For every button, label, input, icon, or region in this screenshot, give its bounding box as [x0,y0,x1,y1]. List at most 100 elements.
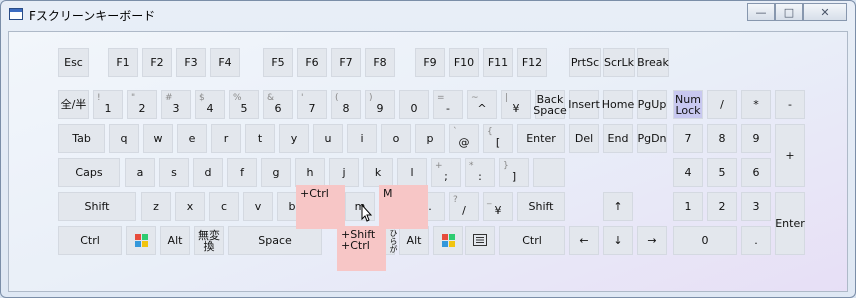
key-slash[interactable]: ? / [449,192,479,221]
key-left-alt[interactable]: Alt [160,226,190,255]
key-num-11[interactable]: ~ ^ [467,90,497,119]
key-numpad-9[interactable]: 9 [741,124,771,153]
key-fn-3[interactable]: F3 [176,48,206,77]
key-numpad-3[interactable]: 3 [741,192,771,221]
key-e[interactable]: e [177,124,207,153]
key-colon[interactable]: *: [465,158,495,187]
key-right-windows[interactable] [433,226,463,255]
key-fn-10[interactable]: F10 [449,48,479,77]
key-fn-7[interactable]: F7 [331,48,361,77]
key-num-9[interactable]: 0 [399,90,429,119]
key-muhenkan[interactable]: 無変換 [194,226,224,255]
key-v[interactable]: v [243,192,273,221]
key-numpad-multiply[interactable]: * [741,90,771,119]
key-g[interactable]: g [261,158,291,187]
key-fn-5[interactable]: F5 [263,48,293,77]
key-h[interactable]: h [295,158,325,187]
key-arrow-right[interactable]: → [637,226,667,255]
key-tab[interactable]: Tab [58,124,105,153]
key-q[interactable]: q [109,124,139,153]
key-numpad-decimal[interactable]: . [741,226,771,255]
key-numpad-7[interactable]: 7 [673,124,703,153]
key-c[interactable]: c [209,192,239,221]
maximize-button[interactable]: □ [775,3,803,21]
key-numpad-divide[interactable]: / [707,90,737,119]
key-k[interactable]: k [363,158,393,187]
key-i[interactable]: i [347,124,377,153]
key-y[interactable]: y [279,124,309,153]
key-fn-0[interactable]: Esc [58,48,89,77]
key-enter-lower[interactable] [533,158,565,187]
key-semicolon[interactable]: +; [431,158,461,187]
key-num-7[interactable]: (8 [331,90,361,119]
key-enter[interactable]: Enter [517,124,565,153]
key-arrow-up[interactable]: ↑ [603,192,633,221]
key-num-5[interactable]: & 6 [263,90,293,119]
key-num-8[interactable]: ) 9 [365,90,395,119]
key-yen[interactable]: _ ¥ [483,192,513,221]
key-fn-9[interactable]: F9 [415,48,445,77]
key-caps-lock[interactable]: Caps [58,158,120,187]
key-fn-8[interactable]: F8 [365,48,395,77]
key-f[interactable]: f [227,158,257,187]
key-numpad-0[interactable]: 0 [673,226,737,255]
key-fn-12[interactable]: F12 [517,48,547,77]
key-space[interactable]: Space [228,226,322,255]
key-t[interactable]: t [245,124,275,153]
key-arrow-down[interactable]: ↓ [603,226,633,255]
key-fn-1[interactable]: F1 [108,48,138,77]
key-fn-2[interactable]: F2 [142,48,172,77]
key-j[interactable]: j [329,158,359,187]
key-num-2[interactable]: #3 [161,90,191,119]
key-backspace[interactable]: Back Space [533,90,567,119]
key-numpad-4[interactable]: 4 [673,158,703,187]
key-num-0[interactable]: ! 1 [93,90,123,119]
key-x[interactable]: x [175,192,205,221]
key-left-shift[interactable]: Shift [58,192,136,221]
key-a[interactable]: a [125,158,155,187]
key-fn-4[interactable]: F4 [210,48,240,77]
key-hankaku-zenkaku[interactable]: 全/半 [58,90,89,119]
key-left-ctrl[interactable]: Ctrl [58,226,122,255]
key-home[interactable]: Home [602,90,634,119]
key-numpad-1[interactable]: 1 [673,192,703,221]
key-r[interactable]: r [211,124,241,153]
key-num-3[interactable]: $4 [195,90,225,119]
key-num-10[interactable]: = - [433,90,463,119]
key-s[interactable]: s [159,158,189,187]
key-right-alt[interactable]: Alt [399,226,429,255]
key-fn-13[interactable]: PrtSc [569,48,601,77]
key-o[interactable]: o [381,124,411,153]
key-right-shift[interactable]: Shift [517,192,565,221]
key-application-menu[interactable] [465,226,495,255]
shift-ctrl-m-popup[interactable]: +Shift +Ctrl [337,226,386,271]
key-numpad-5[interactable]: 5 [707,158,737,187]
key-insert[interactable]: Insert [568,90,600,119]
key-w[interactable]: w [143,124,173,153]
key-d[interactable]: d [193,158,223,187]
key-numlock[interactable]: Num Lock [673,90,703,119]
key-numpad-8[interactable]: 8 [707,124,737,153]
key-left-bracket[interactable]: {[ [483,124,513,153]
key-end[interactable]: End [603,124,633,153]
key-fn-14[interactable]: ScrLk [603,48,635,77]
key-numpad-2[interactable]: 2 [707,192,737,221]
key-pgdn[interactable]: PgDn [637,124,667,153]
minimize-button[interactable]: — [747,3,775,21]
close-button[interactable]: ✕ [803,3,847,21]
key-l[interactable]: l [397,158,427,187]
key-num-4[interactable]: % 5 [229,90,259,119]
key-at[interactable]: ` @ [449,124,479,153]
key-pgup[interactable]: PgUp [637,90,667,119]
key-right-ctrl[interactable]: Ctrl [499,226,565,255]
key-p[interactable]: p [415,124,445,153]
key-delete[interactable]: Del [569,124,599,153]
key-fn-6[interactable]: F6 [297,48,327,77]
key-fn-11[interactable]: F11 [483,48,513,77]
key-num-1[interactable]: " 2 [127,90,157,119]
key-arrow-left[interactable]: ← [569,226,599,255]
key-numpad-enter[interactable]: Enter [775,192,805,255]
uppercase-m-popup[interactable]: M [379,185,428,229]
key-num-6[interactable]: ' 7 [297,90,327,119]
key-fn-15[interactable]: Break [637,48,669,77]
